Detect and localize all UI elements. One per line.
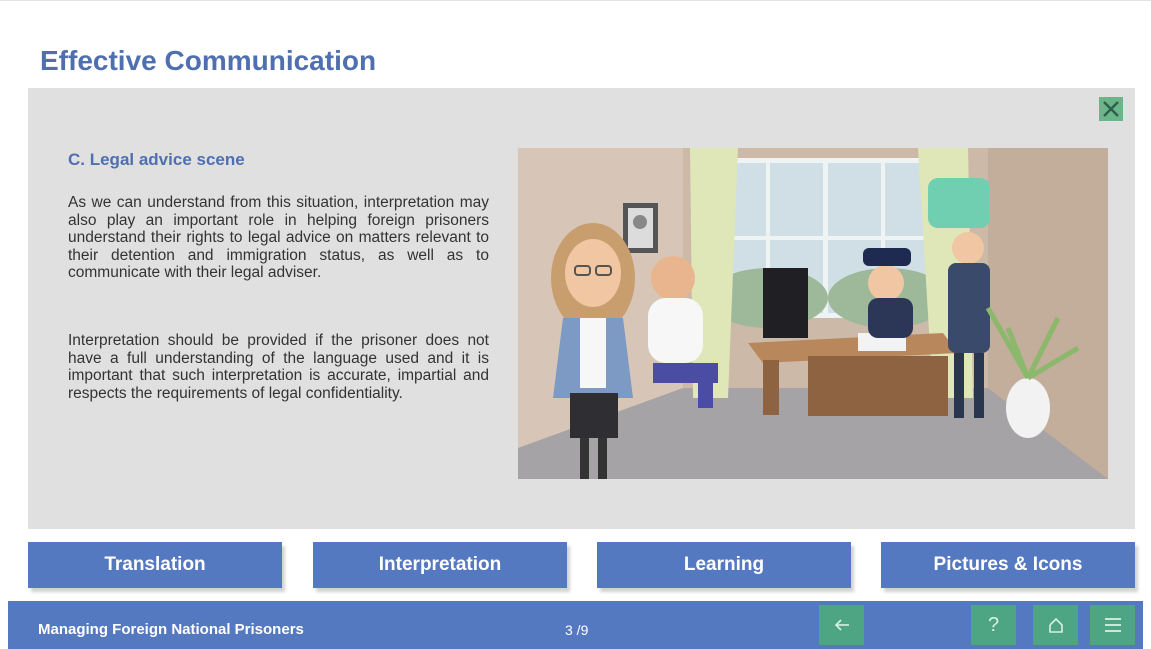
help-icon: ?: [987, 613, 1000, 636]
menu-button[interactable]: [1090, 605, 1135, 645]
legal-advice-scene-illustration: [518, 148, 1108, 479]
hamburger-menu-icon: [1104, 618, 1121, 632]
page: Effective Communication C. Legal advice …: [0, 0, 1151, 649]
paragraph-1: As we can understand from this situation…: [68, 194, 489, 281]
close-icon: [1103, 101, 1119, 117]
content-panel: C. Legal advice scene As we can understa…: [28, 88, 1135, 529]
paragraph-2: Interpretation should be provided if the…: [68, 332, 489, 402]
home-button[interactable]: [1033, 605, 1078, 645]
footer-bar: Managing Foreign National Prisoners 3 /9…: [8, 601, 1143, 649]
scene-title: C. Legal advice scene: [68, 150, 245, 169]
arrow-left-icon: [834, 619, 849, 631]
learning-button[interactable]: Learning: [597, 542, 851, 588]
interpretation-button[interactable]: Interpretation: [313, 542, 567, 588]
page-title: Effective Communication: [40, 45, 377, 76]
back-button[interactable]: [819, 605, 864, 645]
translation-button[interactable]: Translation: [28, 542, 282, 588]
office-scene-image: [518, 148, 1108, 479]
page-indicator: 3 /9: [565, 622, 589, 638]
home-icon: [1048, 617, 1063, 633]
pictures-icons-button[interactable]: Pictures & Icons: [881, 542, 1135, 588]
course-title: Managing Foreign National Prisoners: [38, 621, 304, 638]
help-button[interactable]: ?: [971, 605, 1016, 645]
close-button[interactable]: [1099, 97, 1123, 121]
